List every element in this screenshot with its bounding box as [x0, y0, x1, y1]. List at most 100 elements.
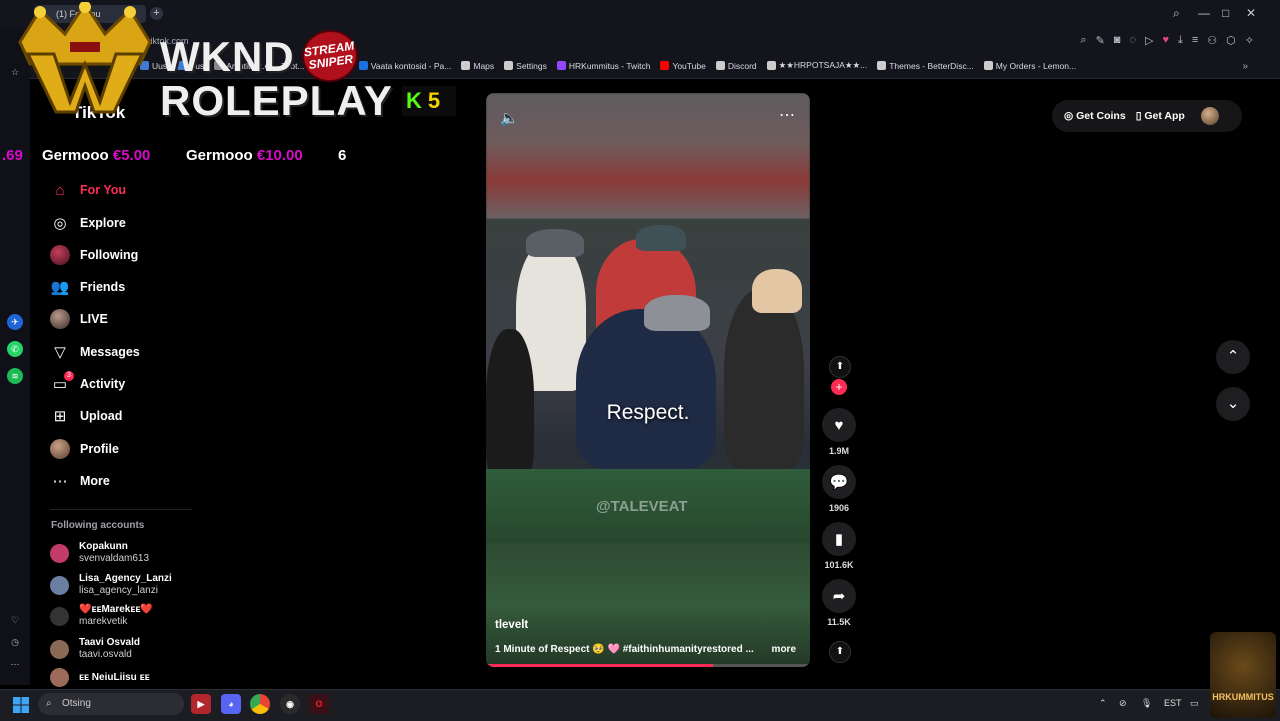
next-video-button[interactable]: ⌄ [1216, 387, 1250, 421]
get-app-button[interactable]: ▯ Get App [1136, 110, 1185, 122]
sidebar-item-explore[interactable]: ◎ Explore [50, 211, 126, 235]
bookmark-item[interactable]: HRKummitus - Twitch [556, 60, 650, 71]
windows-start-icon[interactable] [13, 697, 29, 713]
bookmark-favicon-icon [461, 61, 471, 70]
account-handle: marekvetik [79, 616, 128, 627]
account-name: Kopakunn [79, 541, 128, 552]
bookmark-favicon-icon [660, 61, 670, 70]
sidebar-item-profile[interactable]: Profile [50, 437, 119, 461]
sidebar-item-for-you[interactable]: ⌂ For You [50, 178, 126, 202]
following-account-item[interactable]: ❤️ᴇᴇMarekᴇᴇ❤️ marekvetik [50, 604, 153, 628]
like-action[interactable]: ♥ 1.9M [822, 408, 856, 456]
share-action[interactable]: ➦ 11.5K [822, 579, 856, 627]
following-account-item[interactable]: Kopakunn svenvaldam613 [50, 541, 149, 565]
video-options-icon[interactable]: ⋯ [779, 105, 796, 125]
display-icon[interactable]: ▭ [1190, 698, 1199, 709]
search-placeholder: Otsing [62, 698, 91, 709]
sidebar-item-label: For You [80, 183, 127, 197]
donation-entry: Germooo €5.00 [42, 146, 150, 166]
microphone-icon[interactable]: 🎙 [1141, 698, 1152, 709]
search-icon[interactable]: ⌕ [1080, 34, 1086, 47]
play-icon[interactable]: ▷ [1145, 34, 1153, 47]
comment-action[interactable]: 💬 1906 [822, 465, 856, 513]
bookmark-item[interactable]: YouTube [660, 60, 706, 71]
bookmark-item[interactable]: Maps [461, 60, 494, 71]
share-icon[interactable]: ➦ [822, 579, 856, 613]
sidebar-item-label: Following [80, 248, 139, 262]
whatsapp-icon[interactable]: ✆ [7, 341, 23, 357]
account-name: ❤️ᴇᴇMarekᴇᴇ❤️ [79, 604, 153, 615]
get-coins-label: Get Coins [1076, 110, 1126, 122]
bookmark-label: My Orders - Lemon... [995, 60, 1077, 71]
user-avatar[interactable] [1200, 107, 1219, 125]
bookmark-item[interactable]: Settings [504, 60, 547, 71]
sidebar-item-label: Explore [80, 216, 126, 230]
following-account-item[interactable]: ᴇᴇ NeiuLiisu ᴇᴇ [50, 668, 150, 687]
camera-icon[interactable]: ◙ [1114, 34, 1121, 47]
video-player[interactable]: Respect. @TALEVEAT 🔈 ⋯ tlevelt 1 Minute … [486, 93, 810, 667]
follow-creator-button[interactable]: + [831, 379, 847, 395]
sidebar-item-friends[interactable]: 👥 Friends [50, 275, 126, 299]
bookmark-item[interactable]: Discord [715, 60, 757, 71]
download-icon[interactable]: ⤓ [1178, 34, 1183, 47]
chevron-right-icon[interactable]: » [1242, 61, 1248, 72]
creator-avatar[interactable]: ⬆ [829, 356, 851, 378]
heart-icon[interactable]: ♥ [822, 408, 856, 442]
chrome-taskbar-icon[interactable] [250, 694, 270, 714]
following-account-item[interactable]: Taavi Osvald taavi.osvald [50, 637, 140, 661]
ai-icon[interactable]: ✧ [1245, 34, 1254, 47]
discord-taskbar-icon[interactable]: ◕ [221, 694, 241, 714]
bookmark-label: Vaata kontosid - Pa... [370, 60, 452, 71]
messenger-icon[interactable]: ✈ [7, 314, 23, 330]
sidebar-item-upload[interactable]: ⊞ Upload [50, 404, 123, 428]
network-icon[interactable]: ⊘ [1119, 698, 1127, 709]
bookmark-favicon-icon [877, 61, 887, 70]
sidebar-item-live[interactable]: LIVE [50, 307, 108, 331]
extensions-icon[interactable]: ⬡ [1226, 34, 1236, 47]
sidebar-item-more[interactable]: ⋯ More [50, 469, 110, 493]
more-options-icon[interactable]: ⋯ [7, 656, 23, 672]
minimize-button[interactable]: — [1198, 6, 1210, 20]
volume-icon[interactable]: 🔈 [500, 109, 519, 127]
taskbar-search[interactable]: ⌕ Otsing [38, 693, 184, 715]
shield-icon[interactable]: ◌ [1129, 34, 1136, 47]
following-account-item[interactable]: Lisa_Agency_Lanzi lisa_agency_lanzi [50, 573, 172, 597]
heart-icon[interactable]: ♥ [1162, 34, 1169, 47]
menu-icon[interactable]: ≡ [1192, 34, 1198, 47]
close-window-button[interactable]: ✕ [1246, 6, 1256, 20]
profile-icon[interactable]: ⚇ [1207, 34, 1217, 47]
spotify-icon[interactable]: ≋ [7, 368, 23, 384]
bookmark-item[interactable]: Vaata kontosid - Pa... [358, 60, 452, 71]
previous-video-button[interactable]: ⌃ [1216, 340, 1250, 374]
opera-taskbar-icon[interactable]: O [309, 694, 329, 714]
maximize-button[interactable]: □ [1222, 6, 1229, 20]
top-right-actions: ◎ Get Coins ▯ Get App [1052, 100, 1242, 132]
get-coins-button[interactable]: ◎ Get Coins [1064, 110, 1126, 122]
bookmark-item[interactable]: ★★HRPOTSAJA★★... [766, 60, 867, 71]
video-author[interactable]: tlevelt [495, 619, 528, 631]
obs-taskbar-icon[interactable]: ◉ [280, 694, 300, 714]
account-name: Taavi Osvald [79, 637, 140, 648]
history-icon[interactable]: ◷ [7, 634, 23, 650]
sidebar-item-following[interactable]: Following [50, 243, 138, 267]
following-avatar-icon [50, 245, 70, 265]
save-action[interactable]: ▮ 101.6K [822, 522, 856, 570]
bookmark-item[interactable]: My Orders - Lemon... [983, 60, 1077, 71]
donation-amount: €10.00 [256, 147, 303, 164]
language-indicator[interactable]: EST [1164, 698, 1182, 708]
sidebar-item-activity[interactable]: ▭ 3 Activity [50, 371, 125, 396]
comment-icon[interactable]: 💬 [822, 465, 856, 499]
heart-icon[interactable]: ♡ [7, 612, 23, 628]
bookmark-favicon-icon [556, 61, 566, 70]
video-frame-main [486, 219, 810, 543]
music-disc-icon[interactable]: ⬆ [829, 641, 851, 663]
taskbar-app-icon[interactable]: ▶ [191, 694, 211, 714]
bookmark-item[interactable]: Themes - BetterDisc... [877, 60, 974, 71]
tray-chevron-up-icon[interactable]: ⌃ [1099, 698, 1107, 709]
edit-icon[interactable]: ✎ [1096, 34, 1105, 47]
video-progress-bar[interactable] [486, 664, 810, 667]
search-tabs-icon[interactable]: ⌕ [1173, 6, 1180, 21]
sidebar-item-messages[interactable]: ▽ Messages [50, 340, 140, 364]
bookmark-icon[interactable]: ▮ [822, 522, 856, 556]
description-more-button[interactable]: more [772, 644, 796, 655]
